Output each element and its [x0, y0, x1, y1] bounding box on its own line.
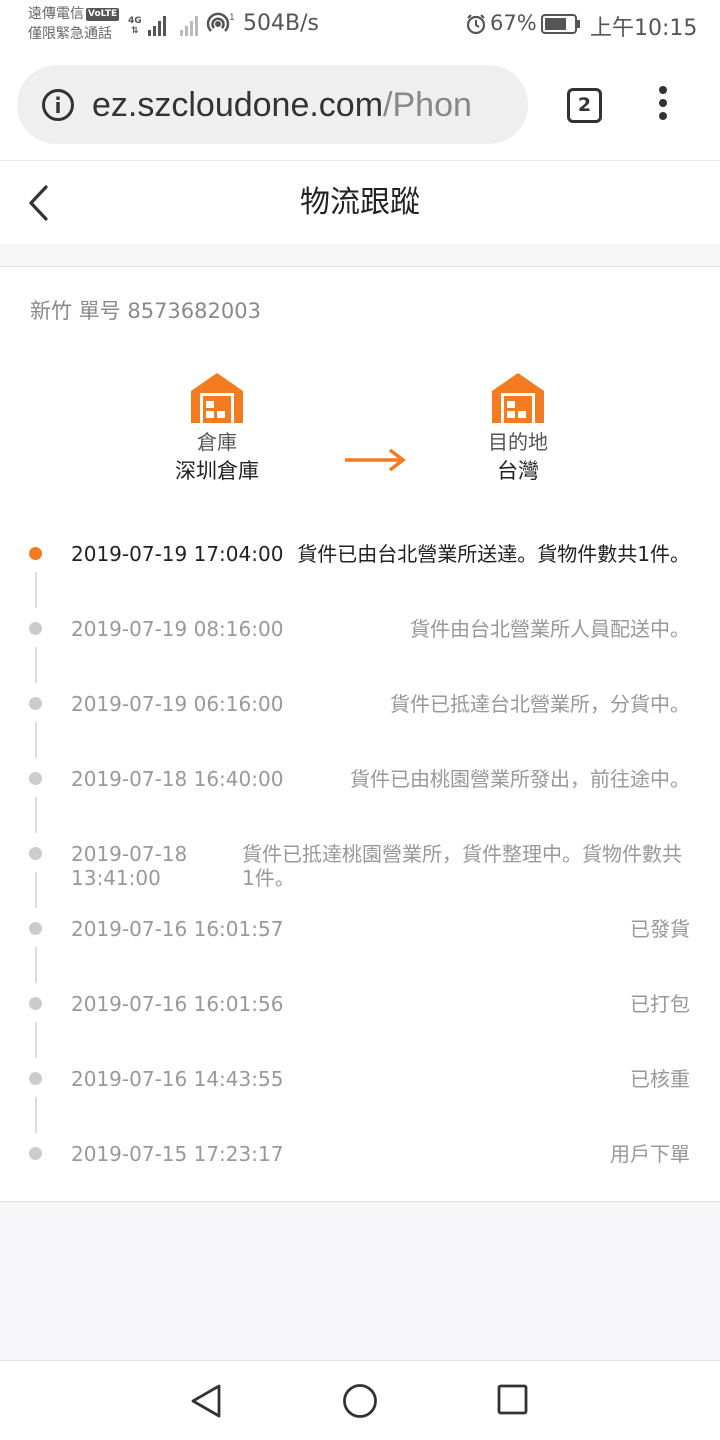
app-header: 物流跟蹤 [0, 160, 720, 244]
event-time: 2019-07-19 08:16:00 [71, 617, 284, 641]
tab-switcher-button[interactable]: 2 [567, 88, 602, 123]
timeline-connector [35, 1022, 37, 1058]
timeline-connector [35, 1097, 37, 1133]
nav-recents-icon[interactable] [497, 1384, 528, 1415]
origin-label: 倉庫 [197, 430, 237, 454]
signal-group: 4G ⇅ [128, 10, 198, 36]
page-title: 物流跟蹤 [300, 185, 420, 220]
timeline-dot [29, 772, 42, 785]
more-menu-icon[interactable] [655, 86, 671, 126]
emergency-only-text: 僅限緊急通話 [28, 26, 112, 42]
route-summary: 倉庫 深圳倉庫 目的地 台灣 [0, 367, 720, 507]
signal-icon [147, 14, 166, 36]
event-description: 已發貨 [630, 917, 690, 941]
timeline-dot [29, 697, 42, 710]
event-time: 2019-07-19 06:16:00 [71, 692, 284, 716]
timeline-dot [29, 1072, 42, 1085]
alarm-icon [466, 14, 486, 35]
event-description: 貨件已抵達桃園營業所，貨件整理中。貨物件數共1件。 [242, 842, 682, 890]
event-time: 2019-07-19 17:04:00 [71, 542, 284, 566]
system-nav-bar [0, 1360, 720, 1440]
battery-icon [541, 14, 580, 34]
event-time: 2019-07-16 16:01:57 [71, 917, 284, 941]
browser-toolbar: ez.szcloudone.com/Phon 2 [0, 50, 720, 160]
url-path: /Phon [383, 86, 472, 124]
destination-node: 目的地 台灣 [438, 367, 598, 487]
event-description: 已核重 [630, 1067, 690, 1091]
route-arrow-icon [345, 448, 406, 472]
destination-value: 台灣 [497, 459, 539, 483]
page: 遠傳電信 VoLTE 僅限緊急通話 4G ⇅ 1 504B/s 67% 上午10:… [0, 0, 720, 1440]
event-description: 用戶下單 [610, 1142, 690, 1166]
timeline-dot [29, 1147, 42, 1160]
timeline-connector [35, 797, 37, 833]
event-description: 貨件已由桃園營業所發出，前往途中。 [350, 767, 690, 791]
timeline-dot [29, 847, 42, 860]
event-description: 已打包 [630, 992, 690, 1016]
event-description: 貨件已由台北營業所送達。貨物件數共1件。 [297, 542, 690, 566]
no-signal-icon [179, 14, 198, 36]
timeline-connector [35, 647, 37, 683]
svg-text:1: 1 [229, 13, 235, 23]
data-arrows-icon: ⇅ [131, 26, 139, 36]
origin-node: 倉庫 深圳倉庫 [137, 367, 297, 487]
event-time: 2019-07-16 14:43:55 [71, 1067, 284, 1091]
url-text[interactable]: ez.szcloudone.com/Phon [92, 85, 472, 125]
timeline-dot [29, 622, 42, 635]
event-time: 2019-07-15 17:23:17 [71, 1142, 284, 1166]
info-icon[interactable] [41, 88, 75, 122]
network-type: 4G [128, 16, 142, 26]
order-number: 新竹 單号 8573682003 [30, 299, 261, 323]
timeline-dot [29, 547, 42, 560]
tracking-card: 新竹 單号 8573682003 倉庫 深圳倉庫 目的地 台灣 2019-07-… [0, 266, 720, 1202]
timeline-connector [35, 722, 37, 758]
event-description: 貨件已抵達台北營業所，分貨中。 [390, 692, 690, 716]
volte-badge: VoLTE [86, 8, 120, 21]
battery-percent: 67% [490, 11, 537, 35]
timeline-dot [29, 997, 42, 1010]
nav-home-icon[interactable] [342, 1383, 378, 1419]
nav-back-icon[interactable] [189, 1383, 223, 1419]
carrier-info: 遠傳電信 VoLTE 僅限緊急通話 [28, 4, 120, 44]
network-speed: 504B/s [243, 11, 319, 36]
warehouse-icon [492, 373, 544, 423]
event-time: 2019-07-18 13:41:00 [71, 842, 188, 890]
clock: 上午10:15 [590, 16, 698, 41]
event-time: 2019-07-16 16:01:56 [71, 992, 284, 1016]
event-time: 2019-07-18 16:40:00 [71, 767, 284, 791]
origin-value: 深圳倉庫 [175, 459, 259, 483]
destination-label: 目的地 [488, 430, 548, 454]
carrier-name: 遠傳電信 [28, 6, 84, 22]
timeline-connector [35, 872, 37, 908]
timeline-connector [35, 572, 37, 608]
timeline-dot [29, 922, 42, 935]
timeline-connector [35, 947, 37, 983]
status-bar: 遠傳電信 VoLTE 僅限緊急通話 4G ⇅ 1 504B/s 67% 上午10:… [0, 0, 720, 50]
hotspot-icon: 1 [206, 12, 236, 41]
event-description: 貨件由台北營業所人員配送中。 [410, 617, 690, 641]
warehouse-icon [191, 373, 243, 423]
address-bar[interactable]: ez.szcloudone.com/Phon [17, 65, 528, 144]
url-host: ez.szcloudone.com [92, 86, 384, 124]
